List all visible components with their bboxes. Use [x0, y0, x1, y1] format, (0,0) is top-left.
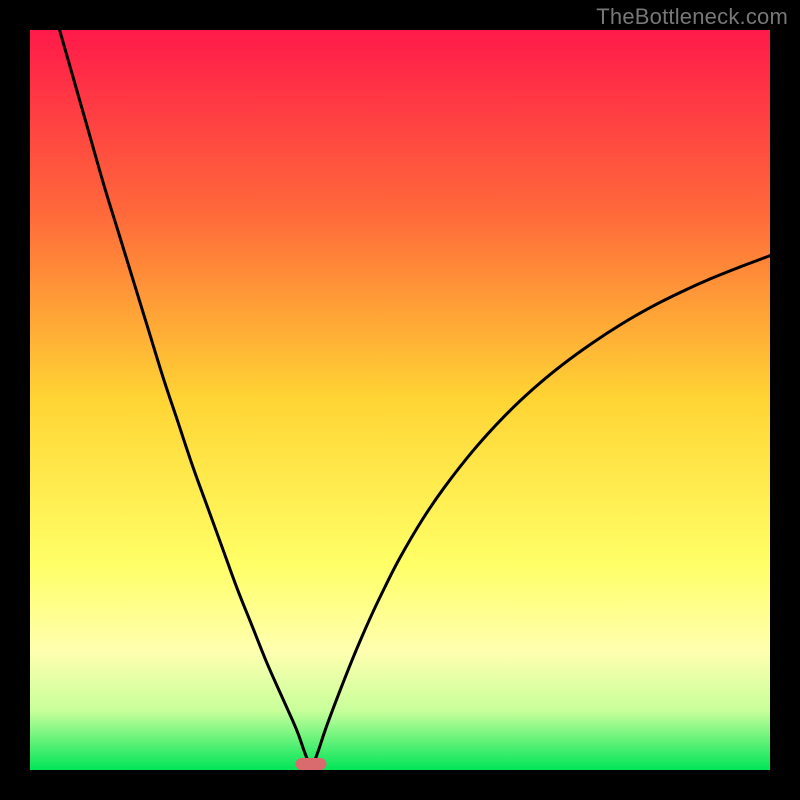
chart-frame: TheBottleneck.com	[0, 0, 800, 800]
curve-left	[60, 30, 312, 770]
plot-area	[30, 30, 770, 770]
bottleneck-curve	[30, 30, 770, 770]
optimum-marker	[296, 758, 327, 770]
curve-right	[311, 256, 770, 770]
watermark-text: TheBottleneck.com	[596, 4, 788, 30]
